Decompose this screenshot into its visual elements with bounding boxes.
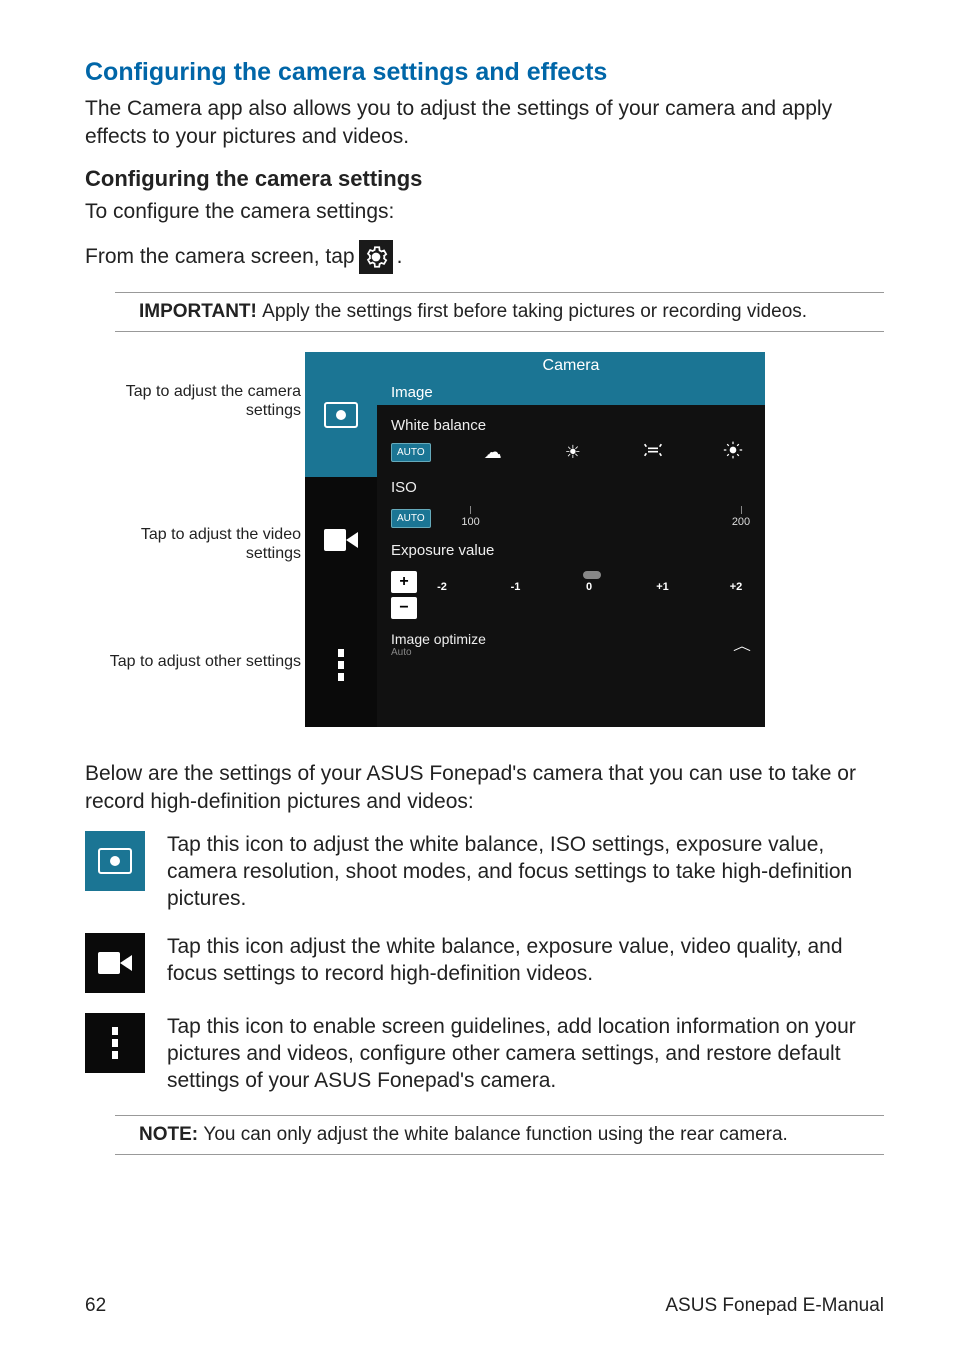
anno-camera: Tap to adjust the camera settings	[85, 382, 301, 420]
page-footer: 62 ASUS Fonepad E-Manual	[85, 1295, 884, 1317]
page-number: 62	[85, 1295, 106, 1317]
settings-panel: Camera Image White balance AUTO ☁ ☀ ISO	[377, 352, 765, 727]
footer-text: ASUS Fonepad E-Manual	[665, 1295, 884, 1317]
iso-label: ISO	[391, 479, 751, 496]
sub-intro-text: To configure the camera settings:	[85, 198, 884, 226]
video-icon-cell	[85, 933, 145, 993]
ev-minus-button[interactable]: −	[391, 597, 417, 619]
section-image: Image	[377, 380, 765, 405]
sun-icon[interactable]: ☀	[555, 442, 591, 463]
iso-min: 100	[461, 516, 479, 528]
image-optimize-row[interactable]: Image optimize Auto ︿	[391, 625, 751, 664]
ev-tick: +2	[721, 581, 751, 593]
ev-tick: +1	[648, 581, 678, 593]
section-heading: Configuring the camera settings and effe…	[85, 58, 884, 87]
instruction-prefix: From the camera screen, tap	[85, 245, 355, 269]
fluorescent-icon[interactable]	[635, 440, 671, 465]
ev-tick: -2	[427, 581, 457, 593]
camera-icon	[98, 848, 132, 874]
ev-handle[interactable]	[583, 571, 601, 579]
optimize-sub: Auto	[391, 647, 486, 658]
important-label: IMPORTANT!	[139, 301, 262, 322]
sidebar-video-tab[interactable]	[305, 477, 377, 602]
subsection-heading: Configuring the camera settings	[85, 166, 884, 192]
exposure-row: + − -2 -1 0 +1 +2	[391, 565, 751, 625]
cloud-icon[interactable]: ☁	[475, 442, 511, 463]
iso-scale[interactable]: 100 200	[451, 506, 751, 528]
note-box: NOTE: You can only adjust the white bala…	[115, 1115, 884, 1155]
ev-tick: -1	[501, 581, 531, 593]
below-text: Below are the settings of your ASUS Fone…	[85, 760, 884, 817]
white-balance-label: White balance	[391, 417, 751, 434]
wb-auto-badge[interactable]: AUTO	[391, 443, 431, 462]
camera-desc: Tap this icon to adjust the white balanc…	[167, 831, 884, 913]
white-balance-row[interactable]: AUTO ☁ ☀	[391, 440, 751, 473]
iso-max: 200	[732, 516, 750, 528]
ev-slider[interactable]: -2 -1 0 +1 +2	[427, 581, 751, 609]
video-icon	[98, 951, 132, 975]
note-label: NOTE:	[139, 1124, 203, 1145]
exposure-label: Exposure value	[391, 542, 751, 559]
camera-icon	[324, 402, 358, 428]
sliders-icon	[338, 649, 344, 681]
anno-video: Tap to adjust the video settings	[85, 525, 301, 563]
video-icon	[324, 528, 358, 552]
iso-auto-badge[interactable]: AUTO	[391, 509, 431, 528]
ev-plus-button[interactable]: +	[391, 571, 417, 593]
important-box: IMPORTANT! Apply the settings first befo…	[115, 292, 884, 332]
incandescent-icon[interactable]	[715, 440, 751, 465]
important-text: Apply the settings first before taking p…	[262, 301, 807, 322]
list-item: Tap this icon adjust the white balance, …	[85, 933, 884, 993]
instruction-suffix: .	[397, 245, 403, 269]
intro-text: The Camera app also allows you to adjust…	[85, 95, 884, 152]
note-text: You can only adjust the white balance fu…	[203, 1124, 787, 1145]
other-icon-cell	[85, 1013, 145, 1073]
sidebar-other-tab[interactable]	[305, 602, 377, 727]
optimize-label: Image optimize	[391, 631, 486, 647]
other-desc: Tap this icon to enable screen guideline…	[167, 1013, 884, 1095]
gear-icon	[359, 240, 393, 274]
settings-diagram: Tap to adjust the camera settings Tap to…	[85, 352, 884, 732]
instruction-line: From the camera screen, tap .	[85, 240, 884, 274]
list-item: Tap this icon to enable screen guideline…	[85, 1013, 884, 1095]
video-desc: Tap this icon adjust the white balance, …	[167, 933, 884, 993]
settings-screenshot: Camera Image White balance AUTO ☁ ☀ ISO	[305, 352, 765, 727]
sidebar-camera-tab[interactable]	[305, 352, 377, 477]
icon-description-list: Tap this icon to adjust the white balanc…	[85, 831, 884, 1095]
iso-row[interactable]: AUTO 100 200	[391, 502, 751, 536]
list-item: Tap this icon to adjust the white balanc…	[85, 831, 884, 913]
panel-title: Camera	[377, 352, 765, 380]
anno-other: Tap to adjust other settings	[110, 652, 301, 671]
ev-tick: 0	[574, 581, 604, 593]
chevron-up-icon: ︿	[733, 635, 751, 653]
camera-icon-cell	[85, 831, 145, 891]
sidebar-icons	[305, 352, 377, 727]
sliders-icon	[112, 1027, 118, 1059]
